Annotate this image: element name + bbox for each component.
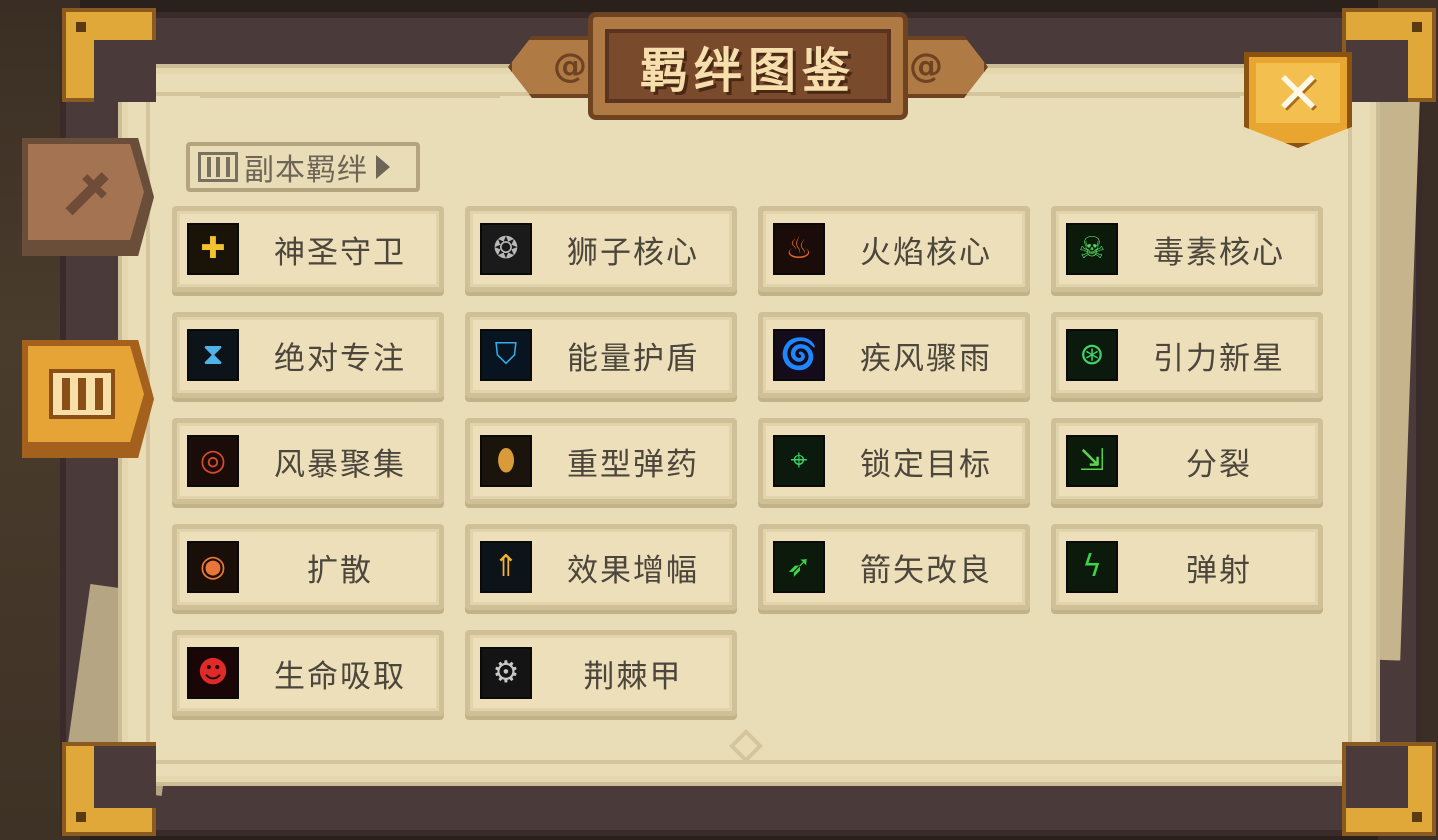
- spread-icon: ◉: [187, 541, 239, 593]
- life-steal-icon: ☻: [187, 647, 239, 699]
- lion-core-icon: ❂: [480, 223, 532, 275]
- title-banner: @ @ 羁绊图鉴: [508, 12, 988, 122]
- bond-card[interactable]: ➶ 箭矢改良: [758, 524, 1030, 610]
- bond-label: 风暴聚集: [274, 446, 406, 483]
- bond-card[interactable]: ♨ 火焰核心: [758, 206, 1030, 292]
- bond-card[interactable]: ⛉ 能量护盾: [465, 312, 737, 398]
- gravity-nova-icon: ⊛: [1066, 329, 1118, 381]
- split-arrows-icon: ⇲: [1066, 435, 1118, 487]
- weapon-tab[interactable]: †: [22, 138, 154, 256]
- bond-gate-icon: [49, 369, 115, 419]
- bond-card[interactable]: ❂ 狮子核心: [465, 206, 737, 292]
- bond-grid: ✚ 神圣守卫 ❂ 狮子核心 ♨ 火焰核心 ☠ 毒素核心 ⧗ 绝对专注 ⛉ 能量护盾 🌀 疾风骤雨 ⊛ 引力新星…: [172, 206, 1323, 716]
- bond-card[interactable]: ⊛ 引力新星: [1051, 312, 1323, 398]
- swirl-ornament-icon: @: [553, 46, 587, 86]
- arrow-upgrade-icon: ➶: [773, 541, 825, 593]
- bond-label: 生命吸取: [274, 658, 406, 695]
- bond-label: 扩散: [307, 552, 373, 589]
- bond-card[interactable]: ✚ 神圣守卫: [172, 206, 444, 292]
- bond-card[interactable]: ☻ 生命吸取: [172, 630, 444, 716]
- bond-card[interactable]: ☠ 毒素核心: [1051, 206, 1323, 292]
- bond-card[interactable]: ◎ 风暴聚集: [172, 418, 444, 504]
- thorn-armor-icon: ⚙: [480, 647, 532, 699]
- corner-ornament: [1342, 742, 1436, 836]
- filter-label: 副本羁绊: [244, 153, 368, 188]
- holy-shield-icon: ✚: [187, 223, 239, 275]
- bond-label: 荆棘甲: [583, 658, 683, 695]
- swirl-ornament-icon: @: [909, 46, 943, 86]
- bond-card[interactable]: ⇲ 分裂: [1051, 418, 1323, 504]
- bond-gate-icon: [198, 152, 238, 182]
- bond-card[interactable]: 🌀 疾风骤雨: [758, 312, 1030, 398]
- dungeon-bonds-filter[interactable]: 副本羁绊: [186, 142, 420, 192]
- bond-card[interactable]: ⧗ 绝对专注: [172, 312, 444, 398]
- bond-label: 引力新星: [1153, 340, 1285, 377]
- corner-ornament: [1342, 8, 1436, 102]
- bond-card[interactable]: ϟ 弹射: [1051, 524, 1323, 610]
- poison-core-icon: ☠: [1066, 223, 1118, 275]
- bond-label: 狮子核心: [567, 234, 699, 271]
- hourglass-icon: ⧗: [187, 329, 239, 381]
- bond-label: 弹射: [1186, 552, 1252, 589]
- bond-label: 分裂: [1186, 446, 1252, 483]
- page-title: 羁绊图鉴: [639, 43, 856, 99]
- whirlwind-icon: 🌀: [773, 329, 825, 381]
- bond-card[interactable]: ⇑ 效果增幅: [465, 524, 737, 610]
- bond-label: 疾风骤雨: [860, 340, 992, 377]
- border-flourish: [200, 94, 500, 98]
- bond-card[interactable]: ⚙ 荆棘甲: [465, 630, 737, 716]
- bond-label: 神圣守卫: [274, 234, 406, 271]
- target-lock-icon: ⌖: [773, 435, 825, 487]
- bond-tab[interactable]: [22, 340, 154, 458]
- corner-ornament: [62, 8, 156, 102]
- bond-label: 重型弹药: [567, 446, 699, 483]
- ricochet-icon: ϟ: [1066, 541, 1118, 593]
- bond-label: 箭矢改良: [860, 552, 992, 589]
- heavy-ammo-icon: ⬮: [480, 435, 532, 487]
- bond-card[interactable]: ◉ 扩散: [172, 524, 444, 610]
- bond-label: 火焰核心: [860, 234, 992, 271]
- storm-gather-icon: ◎: [187, 435, 239, 487]
- bond-card[interactable]: ⬮ 重型弹药: [465, 418, 737, 504]
- bond-card[interactable]: ⌖ 锁定目标: [758, 418, 1030, 504]
- bond-label: 能量护盾: [567, 340, 699, 377]
- effect-boost-icon: ⇑: [480, 541, 532, 593]
- bond-label: 效果增幅: [567, 552, 699, 589]
- flame-core-icon: ♨: [773, 223, 825, 275]
- bond-label: 锁定目标: [860, 446, 992, 483]
- bond-label: 绝对专注: [274, 340, 406, 377]
- play-arrow-icon: [376, 155, 390, 179]
- energy-shield-icon: ⛉: [480, 329, 532, 381]
- bond-label: 毒素核心: [1153, 234, 1285, 271]
- border-flourish: [1000, 94, 1240, 98]
- corner-ornament: [62, 742, 156, 836]
- close-icon: ✕: [1273, 59, 1323, 127]
